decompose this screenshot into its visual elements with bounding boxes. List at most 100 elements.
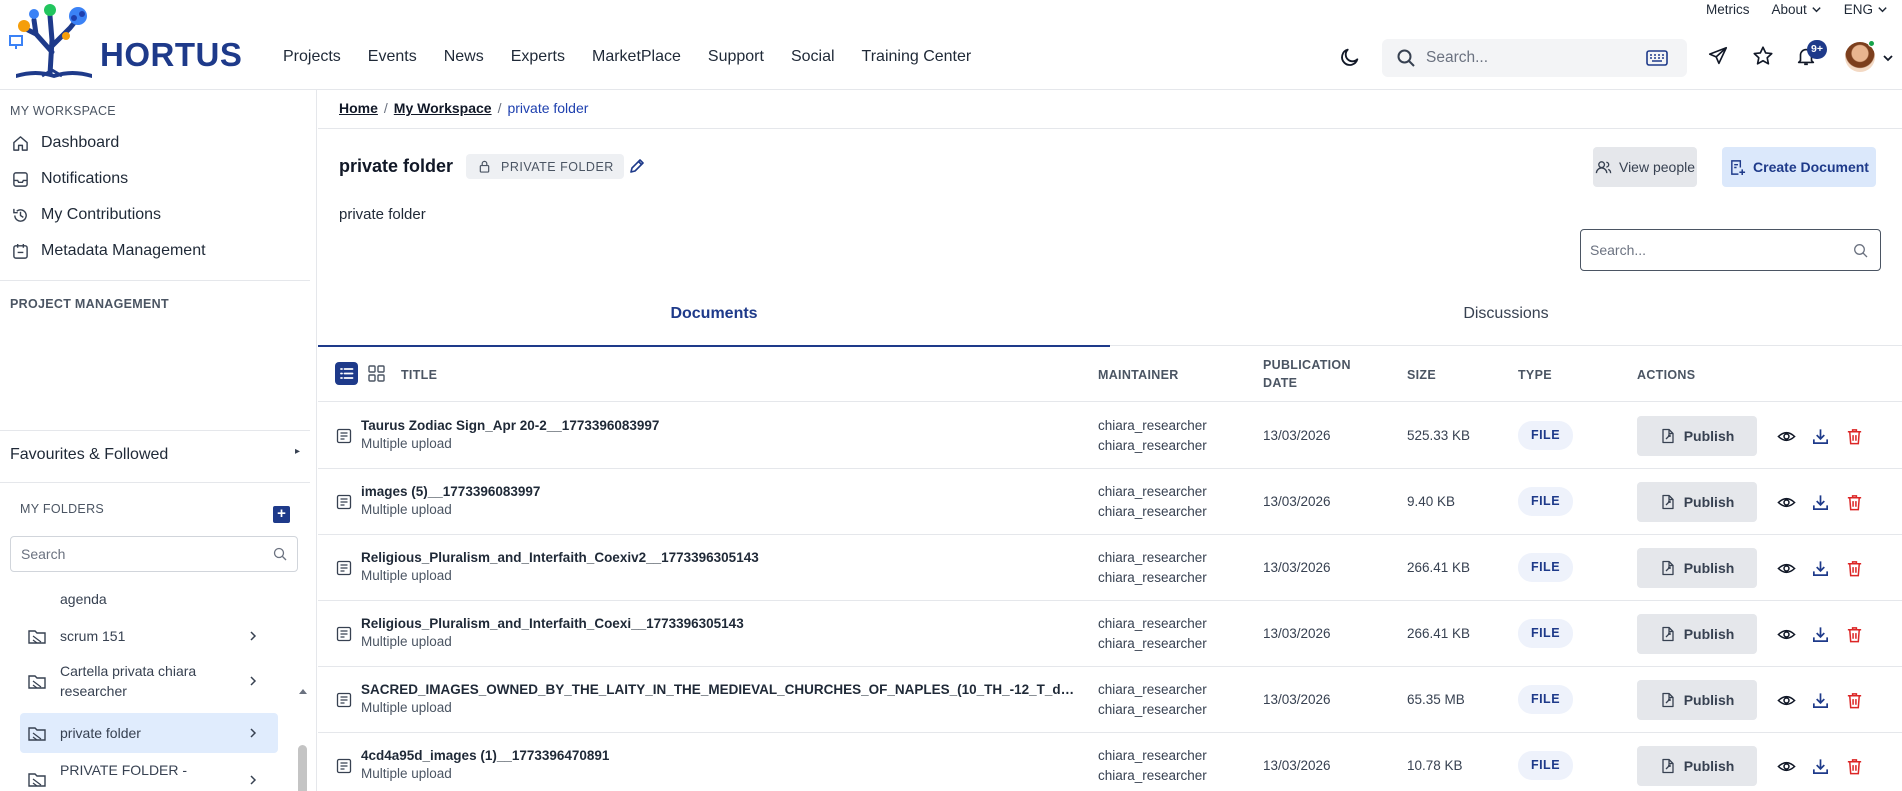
table-row[interactable]: Religious_Pluralism_and_Interfaith_Coexi… xyxy=(318,535,1902,601)
view-button[interactable] xyxy=(1777,493,1796,512)
download-button[interactable] xyxy=(1811,691,1830,710)
nav-marketplace[interactable]: MarketPlace xyxy=(592,48,681,66)
view-button[interactable] xyxy=(1777,625,1796,644)
table-row[interactable]: SACRED_IMAGES_OWNED_BY_THE_LAITY_IN_THE_… xyxy=(318,667,1902,733)
about-menu[interactable]: About xyxy=(1771,2,1821,17)
scroll-up-arrow[interactable] xyxy=(298,687,308,695)
tab-documents[interactable]: Documents xyxy=(318,296,1110,347)
nav-projects[interactable]: Projects xyxy=(283,48,341,66)
delete-button[interactable] xyxy=(1845,691,1864,710)
column-type[interactable]: TYPE xyxy=(1518,368,1552,382)
nav-news[interactable]: News xyxy=(444,48,484,66)
folder-search[interactable] xyxy=(10,536,298,572)
table-row[interactable]: images (5)__1773396083997 Multiple upload… xyxy=(318,469,1902,535)
table-row[interactable]: Taurus Zodiac Sign_Apr 20-2__17733960839… xyxy=(318,403,1902,469)
folder-item-scrum-151[interactable]: scrum 151 xyxy=(20,619,278,653)
metrics-link[interactable]: Metrics xyxy=(1706,2,1750,17)
view-button[interactable] xyxy=(1777,559,1796,578)
folder-item-agenda[interactable]: agenda xyxy=(20,587,278,611)
notification-badge: 9+ xyxy=(1807,40,1827,59)
grid-view-icon[interactable] xyxy=(366,363,387,384)
keyboard-icon[interactable] xyxy=(1646,50,1668,66)
file-size: 266.41 KB xyxy=(1407,626,1471,641)
folder-item-cartella-privata[interactable]: Cartella privata chiara researcher xyxy=(20,659,278,703)
delete-button[interactable] xyxy=(1845,427,1864,446)
delete-button[interactable] xyxy=(1845,493,1864,512)
nav-experts[interactable]: Experts xyxy=(511,48,565,66)
publish-button[interactable]: Publish xyxy=(1637,746,1757,786)
lock-icon xyxy=(479,160,490,173)
publish-button[interactable]: Publish xyxy=(1637,548,1757,588)
global-search-input[interactable] xyxy=(1426,45,1626,71)
chevron-right-icon[interactable] xyxy=(248,675,258,687)
trash-icon xyxy=(1847,759,1862,775)
download-button[interactable] xyxy=(1811,427,1830,446)
download-button[interactable] xyxy=(1811,625,1830,644)
chevron-right-icon[interactable] xyxy=(248,727,258,739)
send-icon[interactable] xyxy=(1707,45,1729,67)
sidebar-item-metadata[interactable]: Metadata Management xyxy=(12,242,206,260)
document-title[interactable]: Taurus Zodiac Sign_Apr 20-2__17733960839… xyxy=(361,418,659,433)
document-title[interactable]: images (5)__1773396083997 xyxy=(361,484,540,499)
nav-events[interactable]: Events xyxy=(368,48,417,66)
sidebar-scrollbar[interactable] xyxy=(298,745,307,791)
chevron-down-icon[interactable] xyxy=(1882,52,1894,64)
maintainer-name: chiara_researcher xyxy=(1098,504,1207,519)
column-publication-date[interactable]: PUBLICATION xyxy=(1263,358,1351,372)
document-search-input[interactable] xyxy=(1590,240,1830,260)
download-button[interactable] xyxy=(1811,493,1830,512)
view-button[interactable] xyxy=(1777,427,1796,446)
delete-button[interactable] xyxy=(1845,559,1864,578)
sidebar-item-dashboard[interactable]: Dashboard xyxy=(12,134,119,152)
create-document-button[interactable]: Create Document xyxy=(1722,147,1876,187)
folder-item-private-folder-2[interactable]: PRIVATE FOLDER - xyxy=(20,759,278,789)
edit-pencil-icon[interactable] xyxy=(628,157,646,175)
folder-description: private folder xyxy=(339,206,426,223)
column-title[interactable]: TITLE xyxy=(401,368,437,382)
folder-search-input[interactable] xyxy=(21,544,251,564)
delete-button[interactable] xyxy=(1845,625,1864,644)
language-menu[interactable]: ENG xyxy=(1844,2,1888,17)
about-label: About xyxy=(1771,2,1807,17)
chevron-down-icon xyxy=(1812,7,1821,13)
list-view-toggle[interactable] xyxy=(335,362,358,385)
document-title[interactable]: 4cd4a95d_images (1)__1773396470891 xyxy=(361,748,609,763)
download-button[interactable] xyxy=(1811,757,1830,776)
delete-button[interactable] xyxy=(1845,757,1864,776)
publish-button[interactable]: Publish xyxy=(1637,614,1757,654)
table-row[interactable]: Religious_Pluralism_and_Interfaith_Coexi… xyxy=(318,601,1902,667)
column-size[interactable]: SIZE xyxy=(1407,368,1436,382)
column-maintainer[interactable]: MAINTAINER xyxy=(1098,368,1179,382)
breadcrumb-workspace[interactable]: My Workspace xyxy=(394,100,492,116)
table-row[interactable]: 4cd4a95d_images (1)__1773396470891 Multip… xyxy=(318,733,1902,791)
global-search[interactable] xyxy=(1382,39,1687,77)
view-button[interactable] xyxy=(1777,691,1796,710)
publish-button[interactable]: Publish xyxy=(1637,416,1757,456)
chevron-right-icon[interactable] xyxy=(248,630,258,642)
tab-discussions[interactable]: Discussions xyxy=(1110,296,1902,346)
nav-social[interactable]: Social xyxy=(791,48,835,66)
eye-icon xyxy=(1777,695,1796,706)
favourites-followed-toggle[interactable]: Favourites & Followed ▸ xyxy=(10,446,300,464)
dark-mode-toggle-icon[interactable] xyxy=(1339,46,1361,68)
nav-support[interactable]: Support xyxy=(708,48,764,66)
hortus-logo[interactable]: HORTUS xyxy=(6,0,242,88)
document-title[interactable]: Religious_Pluralism_and_Interfaith_Coexi… xyxy=(361,616,744,631)
chevron-right-icon[interactable] xyxy=(248,774,258,786)
document-search[interactable] xyxy=(1580,229,1881,271)
sidebar-item-contributions[interactable]: My Contributions xyxy=(12,206,161,224)
document-title[interactable]: Religious_Pluralism_and_Interfaith_Coexi… xyxy=(361,550,759,565)
download-button[interactable] xyxy=(1811,559,1830,578)
view-button[interactable] xyxy=(1777,757,1796,776)
folder-item-private-folder[interactable]: private folder xyxy=(20,713,278,753)
add-folder-button[interactable]: + xyxy=(273,506,290,523)
maintainer-name: chiara_researcher xyxy=(1098,438,1207,453)
sidebar-item-notifications[interactable]: Notifications xyxy=(12,170,128,188)
publish-button[interactable]: Publish xyxy=(1637,482,1757,522)
breadcrumb-home[interactable]: Home xyxy=(339,100,378,116)
view-people-button[interactable]: View people xyxy=(1593,147,1697,187)
star-icon[interactable] xyxy=(1752,45,1774,67)
publish-button[interactable]: Publish xyxy=(1637,680,1757,720)
document-title[interactable]: SACRED_IMAGES_OWNED_BY_THE_LAITY_IN_THE_… xyxy=(361,682,1081,697)
nav-training-center[interactable]: Training Center xyxy=(862,48,972,66)
